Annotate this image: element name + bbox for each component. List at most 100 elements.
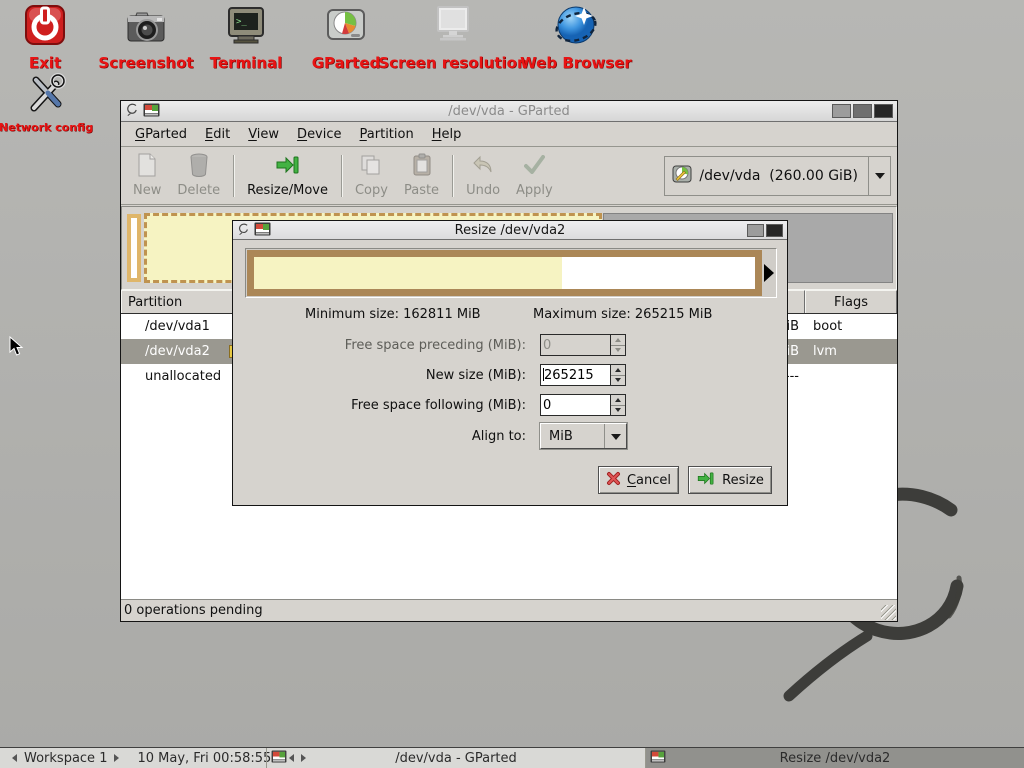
taskbar-task-resize-dialog[interactable]: Resize /dev/vda2 [645, 748, 1024, 768]
iconify-button[interactable] [747, 224, 764, 237]
toolbar-separator [233, 155, 234, 197]
maximum-size-label: Maximum size: 265215 MiB [533, 307, 712, 322]
free-space-following-spinbox[interactable]: 0 [540, 394, 626, 416]
task-label: Resize /dev/vda2 [646, 751, 1024, 766]
free-space-preceding-spinbox[interactable]: 0 [540, 334, 626, 356]
close-button[interactable] [766, 224, 783, 237]
resize-move-button[interactable]: Resize/Move [239, 150, 336, 202]
spin-down-button[interactable] [611, 376, 625, 386]
minimum-size-label: Minimum size: 162811 MiB [305, 307, 481, 322]
resize-dialog: Resize /dev/vda2 Minimum size: 162811 Mi… [232, 220, 788, 506]
menu-gparted[interactable]: GParted [126, 124, 196, 145]
resize-slider-frame [247, 250, 762, 296]
column-header-partition[interactable]: Partition [121, 290, 233, 313]
desktop-icon-exit[interactable]: Exit [9, 3, 81, 72]
spin-up-button[interactable] [611, 395, 625, 406]
resize-right-handle[interactable] [762, 249, 776, 297]
taskbar-task-gparted[interactable]: /dev/vda - GParted [266, 748, 645, 768]
desktop-icon-label: GParted [312, 54, 381, 72]
spin-down-button[interactable] [611, 406, 625, 416]
workspace-switcher: Workspace 1 10 May, Fri 00:58:55 [0, 748, 266, 768]
device-dropdown-arrow[interactable] [868, 157, 890, 195]
gparted-titlebar[interactable]: /dev/vda - GParted [121, 101, 897, 122]
gparted-app-icon [143, 102, 160, 121]
paste-button[interactable]: Paste [396, 150, 447, 202]
gparted-disk-icon [324, 3, 368, 51]
window-menu-swirl-icon[interactable] [237, 221, 250, 240]
copy-icon [359, 153, 383, 181]
trash-icon [189, 153, 209, 181]
align-to-dropdown[interactable]: MiB [540, 423, 627, 449]
desktop-icon-label: Screen resolution [378, 54, 527, 72]
device-selector-value: /dev/vda (260.00 GiB) [699, 168, 858, 184]
new-button[interactable]: New [125, 150, 169, 202]
spin-down-button[interactable] [611, 346, 625, 356]
toolbar-separator [341, 155, 342, 197]
dropdown-arrow-icon [605, 428, 626, 445]
status-text: 0 operations pending [124, 603, 263, 618]
close-button[interactable] [874, 104, 893, 118]
maximize-button[interactable] [853, 104, 872, 118]
free-space-preceding-label: Free space preceding (MiB): [233, 338, 526, 353]
svg-text:>_: >_ [236, 17, 247, 27]
column-header-flags[interactable]: Flags [805, 290, 897, 313]
resize-bar-used [254, 257, 562, 289]
status-bar: 0 operations pending [121, 599, 897, 621]
align-to-label: Align to: [233, 429, 526, 444]
undo-button[interactable]: Undo [458, 150, 508, 202]
menu-help[interactable]: Help [423, 124, 471, 145]
workspace-next-arrow[interactable] [114, 754, 123, 762]
gparted-app-icon [254, 221, 271, 240]
dialog-titlebar[interactable]: Resize /dev/vda2 [233, 221, 787, 240]
menu-partition[interactable]: Partition [351, 124, 423, 145]
gparted-app-icon [650, 750, 666, 767]
mouse-cursor [9, 336, 24, 361]
desktop-icon-label: Network config [0, 121, 93, 134]
window-menu-swirl-icon[interactable] [125, 102, 139, 121]
workspace-label: Workspace 1 [24, 751, 107, 766]
iconify-button[interactable] [832, 104, 851, 118]
apply-button[interactable]: Apply [508, 150, 561, 202]
gparted-app-icon [271, 750, 287, 767]
cancel-x-icon [606, 471, 621, 490]
spin-up-button[interactable] [611, 365, 625, 376]
desktop-icon-screen-resolution[interactable]: Screen resolution [383, 3, 523, 72]
apply-check-icon [522, 153, 546, 181]
toolbar: New Delete Resize/Move Copy Paste Undo A… [121, 147, 897, 205]
menu-device[interactable]: Device [288, 124, 350, 145]
desktop-icon-network-config[interactable]: Network config [0, 70, 92, 134]
dialog-title: Resize /dev/vda2 [233, 223, 787, 238]
resize-grip[interactable] [881, 605, 896, 620]
free-space-following-label: Free space following (MiB): [233, 398, 526, 413]
device-selector[interactable]: /dev/vda (260.00 GiB) [664, 156, 891, 196]
resize-confirm-button[interactable]: Resize [688, 466, 772, 494]
new-size-spinbox[interactable]: 265215 [540, 364, 626, 386]
desktop-icon-label: Terminal [210, 54, 283, 72]
window-title: /dev/vda - GParted [121, 104, 897, 119]
desktop-icon-label: Web Browser [520, 54, 632, 72]
task-label: /dev/vda - GParted [267, 751, 645, 766]
cancel-button[interactable]: Cancel [598, 466, 679, 494]
power-icon [23, 3, 67, 51]
new-document-icon [136, 153, 158, 181]
spin-up-button[interactable] [611, 335, 625, 346]
align-to-value: MiB [541, 429, 604, 444]
menu-view[interactable]: View [239, 124, 288, 145]
desktop-icon-screenshot[interactable]: Screenshot [96, 3, 196, 72]
terminal-icon: >_ [224, 3, 268, 51]
resize-arrow-icon [275, 153, 301, 181]
desktop-icon-web-browser[interactable]: Web Browser [516, 3, 636, 72]
delete-button[interactable]: Delete [169, 150, 228, 202]
desktop-icon-terminal[interactable]: >_ Terminal [196, 3, 296, 72]
menu-edit[interactable]: Edit [196, 124, 239, 145]
taskbar: Workspace 1 10 May, Fri 00:58:55 /dev/vd… [0, 747, 1024, 768]
monitor-icon [430, 3, 476, 51]
viz-partition-vda1[interactable] [127, 214, 141, 282]
workspace-prev-arrow[interactable] [8, 754, 17, 762]
camera-icon [124, 3, 168, 51]
right-arrow-icon [764, 264, 774, 282]
clock: 10 May, Fri 00:58:55 [137, 751, 271, 766]
resize-arrow-icon [696, 470, 716, 491]
copy-button[interactable]: Copy [347, 150, 396, 202]
resize-slider[interactable] [245, 248, 777, 298]
